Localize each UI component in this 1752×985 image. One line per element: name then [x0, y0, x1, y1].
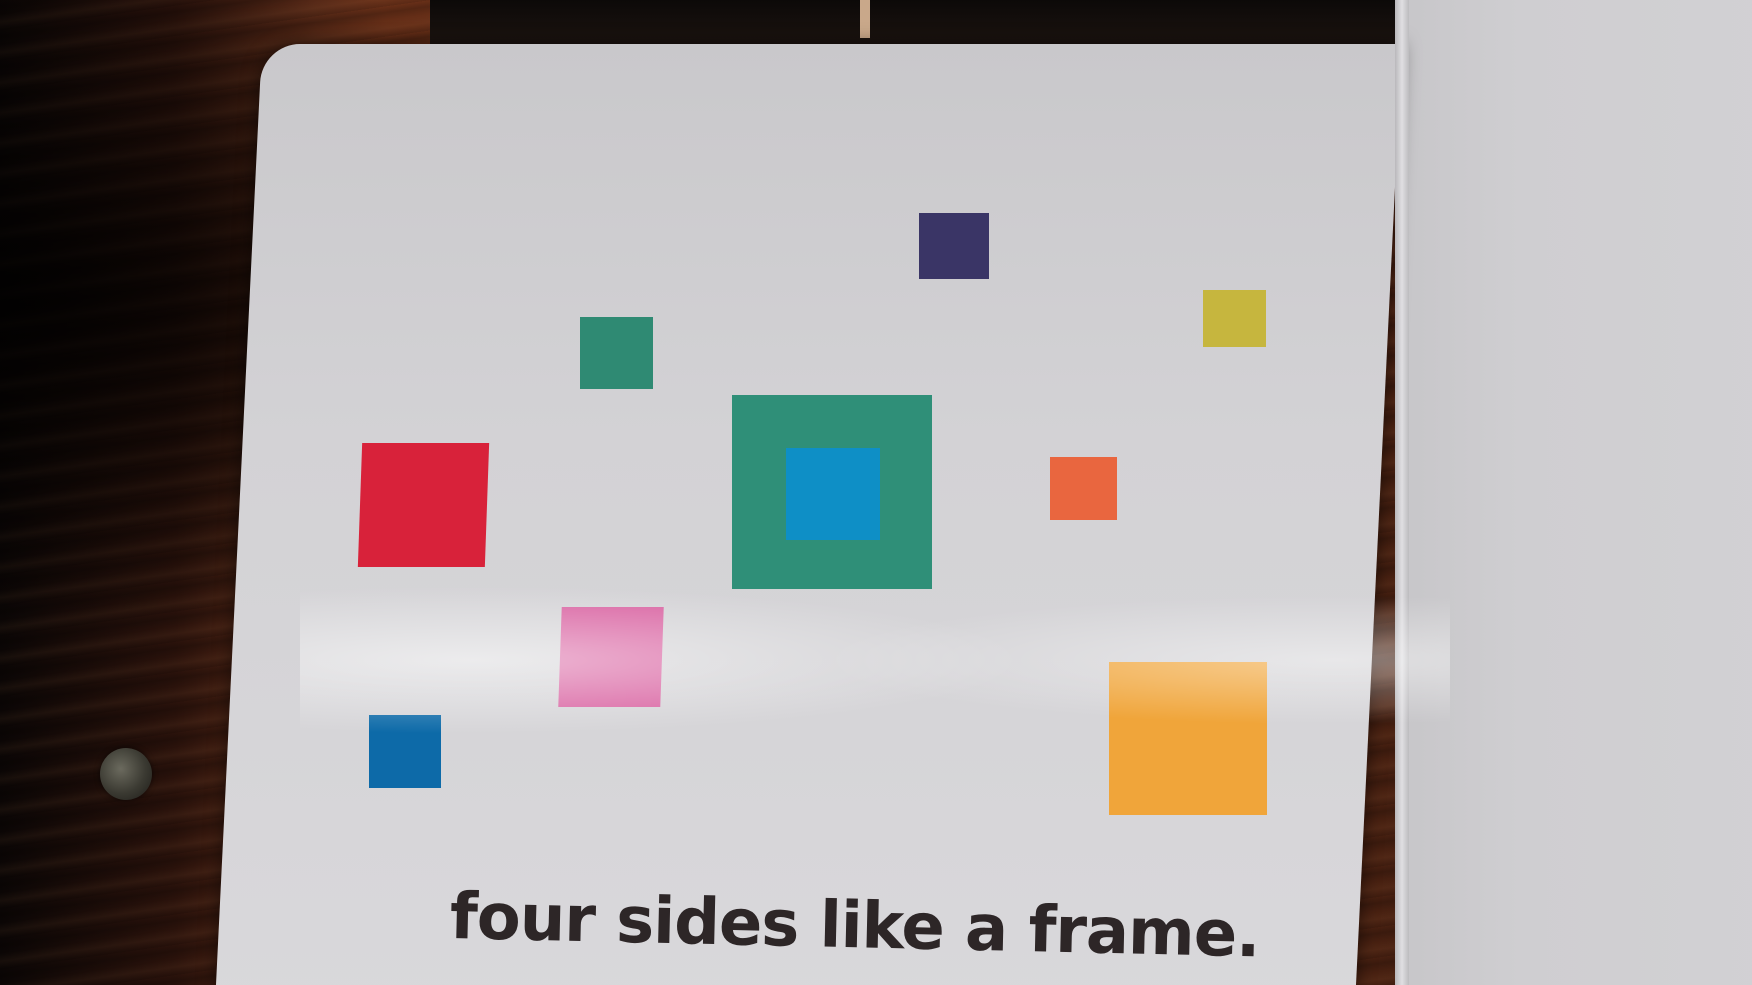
teal-square — [580, 317, 653, 389]
photo-scene: four sides like a frame. — [0, 0, 1752, 985]
book-right-page — [1400, 0, 1752, 985]
blue-square — [369, 715, 441, 788]
amber-square — [1109, 662, 1267, 815]
red-square — [357, 443, 490, 567]
navy-square — [919, 213, 989, 279]
book-spine — [1395, 0, 1409, 985]
pink-square — [558, 607, 664, 707]
frame-inner-square — [786, 448, 880, 540]
yellow-square — [1203, 290, 1266, 347]
table-screw — [100, 748, 152, 800]
orange-square — [1050, 457, 1117, 520]
background-stick — [860, 0, 870, 38]
